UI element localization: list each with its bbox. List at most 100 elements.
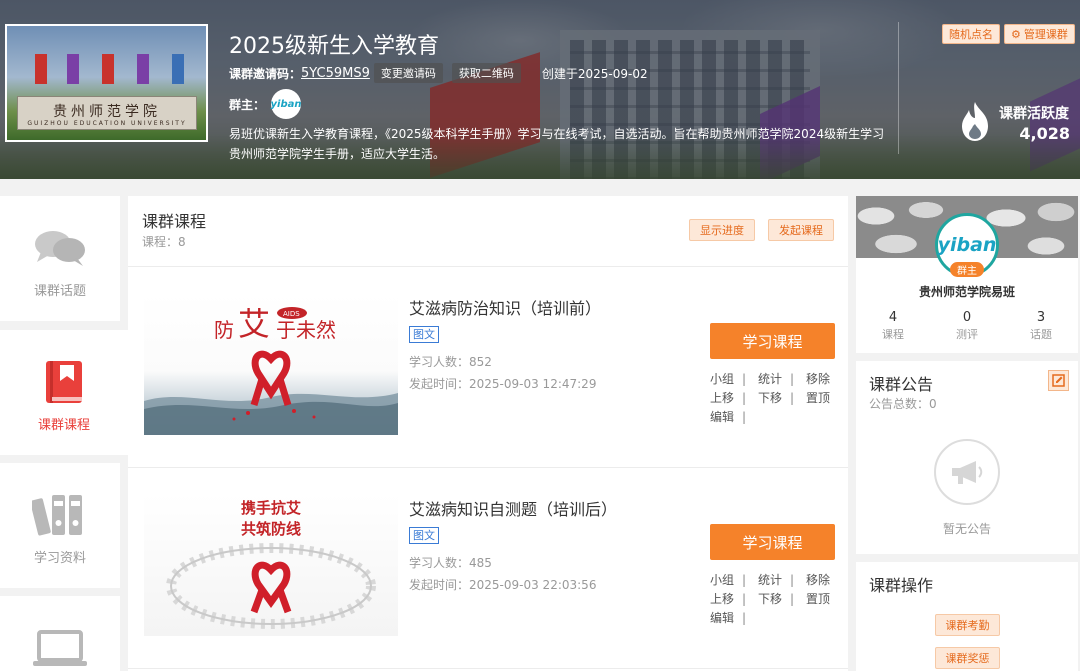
owner-profile-card: yiban 群主 贵州师范学院易班 4 课程 0 测评 3 话题 — [856, 196, 1078, 353]
course-type-tag: 图文 — [409, 527, 439, 544]
gear-icon: ⚙ — [1011, 27, 1021, 41]
cover-line-1: 携手抗艾 — [241, 499, 301, 517]
study-course-button[interactable]: 学习课程 — [710, 323, 835, 359]
invite-code[interactable]: 5YC59MS9 — [301, 66, 370, 81]
yiban-logo: yiban — [937, 234, 997, 256]
course-operations: 小组 | 统计 | 移除 上移 | 下移 | 置顶 编辑 | — [710, 370, 840, 427]
university-gate: 贵州师范学院 GUIZHOU EDUCATION UNIVERSITY — [17, 96, 197, 130]
cover-aids-tag: AIDS — [283, 310, 300, 318]
profile-stat-topics[interactable]: 3 话题 — [1004, 310, 1078, 342]
course-learners: 学习人数：485 — [409, 556, 492, 570]
edit-icon — [1052, 374, 1065, 387]
random-call-label: 随机点名 — [949, 28, 993, 41]
stat-label: 测评 — [956, 328, 978, 341]
course-title[interactable]: 艾滋病防治知识（培训前） — [409, 295, 601, 319]
course-type-tag: 图文 — [409, 326, 439, 343]
course-operations: 小组 | 统计 | 移除 上移 | 下移 | 置顶 编辑 | — [710, 571, 840, 628]
get-qrcode-button[interactable]: 获取二维码 — [451, 63, 521, 83]
course-item: 携手抗艾 共筑防线 艾滋病知识自测题（培训后） 图文 学习人数：485 发起时间… — [128, 468, 848, 668]
activity-label: 课群活跃度 — [999, 106, 1069, 122]
study-course-button[interactable]: 学习课程 — [710, 524, 835, 560]
courses-panel: 课群课程 课程：8 显示进度 发起课程 防 艾 于未然 AIDS 艾滋病防治知识… — [128, 196, 848, 671]
course-item: 防 艾 于未然 AIDS 艾滋病防治知识（培训前） 图文 学习人数：852 发起… — [128, 267, 848, 467]
stat-value: 4 — [888, 310, 898, 325]
nav-courses[interactable]: 课群课程 — [0, 330, 128, 455]
stat-value: 3 — [1036, 310, 1046, 325]
group-operations-title: 课群操作 — [869, 576, 934, 595]
group-link[interactable]: 小组 — [710, 571, 736, 590]
gate-inscription-en: GUIZHOU EDUCATION UNIVERSITY — [27, 120, 187, 127]
cover-line-2: 共筑防线 — [241, 520, 301, 538]
invite-code-label: 课群邀请码： — [229, 66, 302, 81]
move-up-link[interactable]: 上移 — [710, 389, 736, 408]
show-progress-button[interactable]: 显示进度 — [689, 219, 755, 241]
start-course-button[interactable]: 发起课程 — [768, 219, 834, 241]
cover-slogan-big: 艾 — [238, 305, 270, 343]
gate-inscription: 贵州师范学院 — [53, 104, 161, 120]
manage-group-button[interactable]: ⚙ 管理课群 — [1004, 24, 1075, 44]
edit-notice-button[interactable] — [1048, 370, 1069, 391]
owner-label: 群主： — [229, 97, 266, 112]
course-group-banner: 贵州师范学院 GUIZHOU EDUCATION UNIVERSITY 2025… — [0, 0, 1080, 179]
pin-top-link[interactable]: 置顶 — [806, 389, 832, 408]
binders-icon — [32, 491, 88, 539]
remove-link[interactable]: 移除 — [806, 571, 832, 590]
course-cover-image[interactable]: 防 艾 于未然 AIDS — [144, 293, 398, 435]
cover-slogan-end: 于未然 — [276, 318, 336, 342]
course-cover-image[interactable]: 携手抗艾 共筑防线 — [144, 494, 398, 636]
cover-slogan-start: 防 — [214, 318, 234, 342]
nav-topics[interactable]: 课群话题 — [0, 196, 120, 321]
activity-value: 4,028 — [1019, 124, 1070, 143]
attendance-button[interactable]: 课群考勤 — [935, 614, 1000, 636]
course-group-description: 易班优课新生入学教育课程，《2025级本科学生手册》学习与在线考试，自选活动。旨… — [229, 127, 885, 161]
course-start-time: 发起时间：2025-09-03 12:47:29 — [409, 377, 597, 391]
reward-penalty-button[interactable]: 课群奖惩 — [935, 647, 1000, 669]
nav-topics-label: 课群话题 — [33, 284, 86, 299]
profile-stat-courses[interactable]: 4 课程 — [856, 310, 930, 342]
move-down-link[interactable]: 下移 — [758, 389, 784, 408]
created-date: 创建于2025-09-02 — [541, 66, 648, 81]
nav-materials[interactable]: 学习资料 — [0, 463, 120, 588]
move-up-link[interactable]: 上移 — [710, 590, 736, 609]
stats-link[interactable]: 统计 — [758, 370, 784, 389]
courses-section-title: 课群课程 — [142, 212, 207, 231]
notice-panel: 课群公告 公告总数：0 暂无公告 — [856, 361, 1078, 554]
course-learners: 学习人数：852 — [409, 355, 492, 369]
group-operations-panel: 课群操作 课群考勤 课群奖惩 — [856, 562, 1078, 671]
course-title[interactable]: 艾滋病知识自测题（培训后） — [409, 496, 617, 520]
yiban-logo: yiban — [270, 98, 302, 110]
course-start-time: 发起时间：2025-09-03 22:03:56 — [409, 578, 597, 592]
notice-empty-text: 暂无公告 — [942, 522, 991, 536]
megaphone-icon — [934, 439, 1000, 505]
stats-link[interactable]: 统计 — [758, 571, 784, 590]
manage-group-label: 管理课群 — [1023, 28, 1068, 41]
laptop-icon — [31, 624, 89, 671]
nav-materials-label: 学习资料 — [33, 551, 86, 566]
random-call-button[interactable]: 随机点名 — [942, 24, 1000, 44]
owner-name[interactable]: 贵州师范学院易班 — [856, 283, 1078, 300]
chat-bubbles-icon — [33, 224, 87, 272]
profile-stat-assessments[interactable]: 0 测评 — [930, 310, 1004, 342]
edit-link[interactable]: 编辑 — [710, 609, 736, 628]
nav-device[interactable] — [0, 596, 120, 671]
courses-count: 课程：8 — [142, 235, 186, 249]
move-down-link[interactable]: 下移 — [758, 590, 784, 609]
owner-badge: 群主 — [950, 262, 984, 277]
group-link[interactable]: 小组 — [710, 370, 736, 389]
stat-label: 话题 — [1030, 328, 1052, 341]
invite-meta-row: 课群邀请码： 5YC59MS9 变更邀请码 获取二维码 创建于2025-09-0… — [229, 63, 648, 83]
owner-avatar[interactable]: yiban — [270, 89, 302, 119]
notice-title: 课群公告 — [869, 375, 934, 394]
book-icon — [44, 358, 84, 406]
pin-top-link[interactable]: 置顶 — [806, 590, 832, 609]
stat-label: 课程 — [882, 328, 904, 341]
course-group-title: 2025级新生入学教育 — [229, 34, 439, 59]
remove-link[interactable]: 移除 — [806, 370, 832, 389]
edit-link[interactable]: 编辑 — [710, 408, 736, 427]
stat-value: 0 — [962, 310, 972, 325]
nav-courses-label: 课群课程 — [37, 418, 90, 433]
notice-count: 公告总数：0 — [869, 397, 937, 411]
banner-divider — [898, 22, 899, 154]
change-invite-code-button[interactable]: 变更邀请码 — [373, 63, 443, 83]
owner-row: 群主： yiban — [229, 89, 302, 119]
